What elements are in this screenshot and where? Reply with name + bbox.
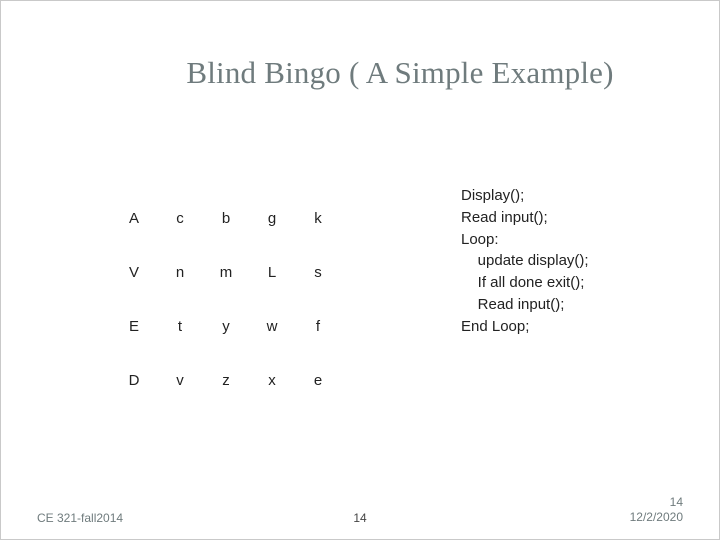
slide-footer: CE 321-fall2014 14 14 12/2/2020 [37,495,683,525]
grid-cell: g [249,191,295,245]
grid-cell: e [295,353,341,407]
grid-cell: A [111,191,157,245]
grid-cell: n [157,245,203,299]
footer-page-center: 14 [353,511,366,525]
grid-cell: s [295,245,341,299]
slide-body: A c b g k V n m L s E t y w f D [111,191,679,407]
grid-cell: c [157,191,203,245]
pseudocode-block: Display(); Read input(); Loop: update di… [461,185,589,337]
grid-cell: E [111,299,157,353]
grid-cell: k [295,191,341,245]
slide: Blind Bingo ( A Simple Example) A c b g … [0,0,720,540]
grid-cell: V [111,245,157,299]
grid-cell: b [203,191,249,245]
grid-cell: t [157,299,203,353]
footer-course: CE 321-fall2014 [37,511,123,525]
bingo-grid: A c b g k V n m L s E t y w f D [111,191,341,407]
grid-cell: x [249,353,295,407]
grid-cell: m [203,245,249,299]
grid-cell: y [203,299,249,353]
grid-cell: D [111,353,157,407]
grid-cell: w [249,299,295,353]
slide-title: Blind Bingo ( A Simple Example) [117,55,683,91]
table-row: D v z x e [111,353,341,407]
grid-cell: f [295,299,341,353]
table-row: A c b g k [111,191,341,245]
table-row: E t y w f [111,299,341,353]
grid-cell: z [203,353,249,407]
grid-cell: L [249,245,295,299]
footer-date: 12/2/2020 [630,510,683,525]
grid-cell: v [157,353,203,407]
footer-right: 14 12/2/2020 [630,495,683,525]
footer-page-right: 14 [630,495,683,510]
table-row: V n m L s [111,245,341,299]
